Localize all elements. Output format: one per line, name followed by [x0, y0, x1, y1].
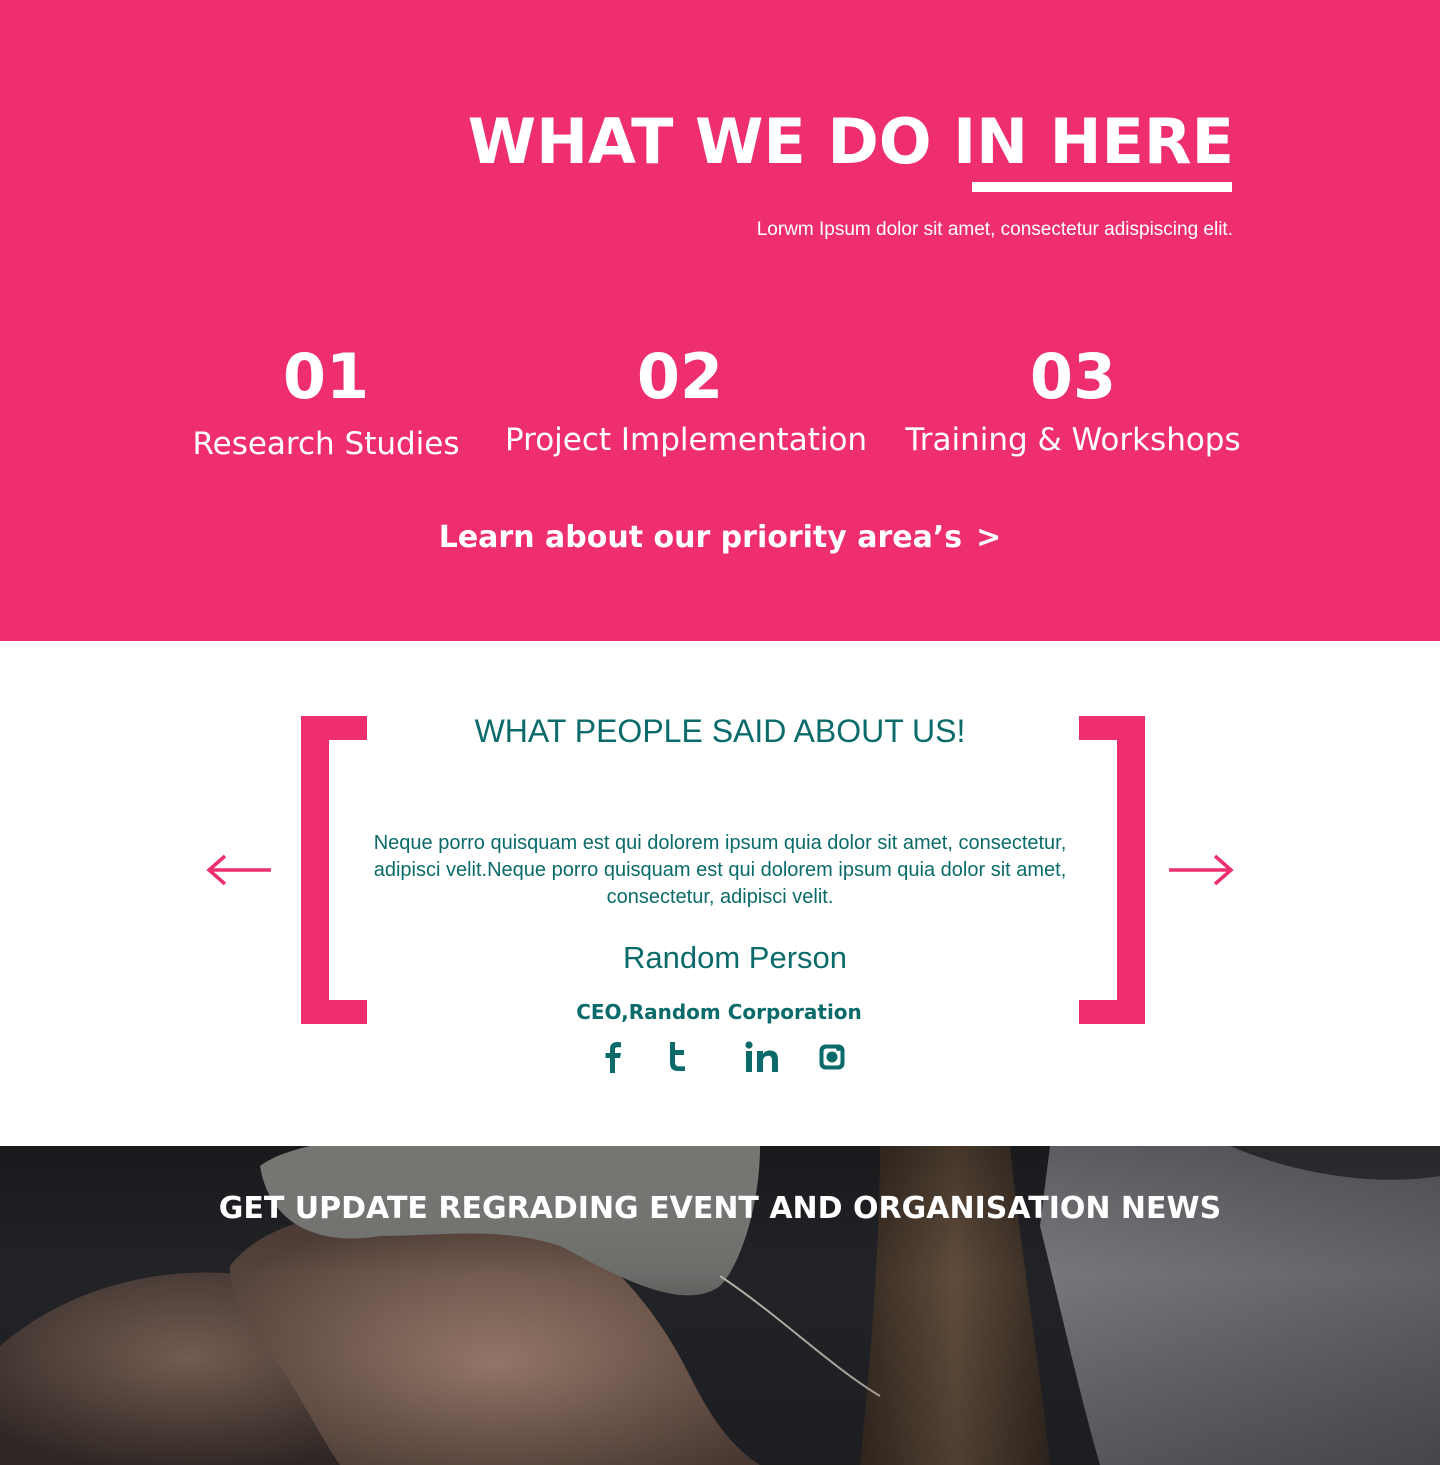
service-item-training: 03 Training & Workshops — [905, 342, 1241, 460]
twitter-icon[interactable] — [664, 1039, 692, 1075]
testimonial-section: WHAT PEOPLE SAID ABOUT US! Neque porro q… — [0, 641, 1440, 1146]
section-title: WHAT WE DO IN HERE — [468, 104, 1234, 180]
arrow-left-icon[interactable] — [205, 852, 273, 888]
service-number: 03 — [1029, 340, 1117, 413]
service-number: 01 — [282, 340, 370, 413]
testimonial-author-role: CEO,Random Corporation — [576, 1000, 862, 1024]
testimonial-heading: WHAT PEOPLE SAID ABOUT US! — [474, 713, 966, 749]
priority-areas-link-label: Learn about our priority area’s — [438, 520, 963, 555]
service-name: Research Studies — [192, 426, 460, 462]
services-section: WHAT WE DO IN HERE Lorwm Ipsum dolor sit… — [0, 0, 1440, 641]
linkedin-icon[interactable] — [744, 1039, 784, 1075]
testimonial-quote: Neque porro quisquam est qui dolorem ips… — [373, 832, 1067, 908]
section-subtitle: Lorwm Ipsum dolor sit amet, consectetur … — [756, 219, 1233, 240]
news-banner: GET UPDATE REGRADING EVENT AND ORGANISAT… — [0, 1146, 1440, 1465]
service-name: Training & Workshops — [905, 422, 1241, 458]
service-item-research: 01 Research Studies — [190, 342, 462, 464]
arrow-right-icon[interactable] — [1167, 852, 1235, 888]
service-name: Project Implementation — [505, 422, 868, 458]
title-part-1: WHAT WE DO — [467, 105, 954, 178]
title-part-2: IN HERE — [953, 105, 1234, 178]
testimonial-author-name: Random Person — [622, 940, 847, 975]
service-number: 02 — [636, 340, 724, 413]
priority-areas-link[interactable]: Learn about our priority area’s > — [0, 518, 1440, 558]
title-underline — [972, 182, 1232, 192]
news-heading: GET UPDATE REGRADING EVENT AND ORGANISAT… — [218, 1191, 1222, 1226]
service-item-implementation: 02 Project Implementation — [505, 340, 868, 460]
chevron-right-icon: > — [976, 520, 1002, 555]
instagram-icon[interactable] — [818, 1039, 846, 1075]
facebook-icon[interactable] — [600, 1039, 626, 1075]
